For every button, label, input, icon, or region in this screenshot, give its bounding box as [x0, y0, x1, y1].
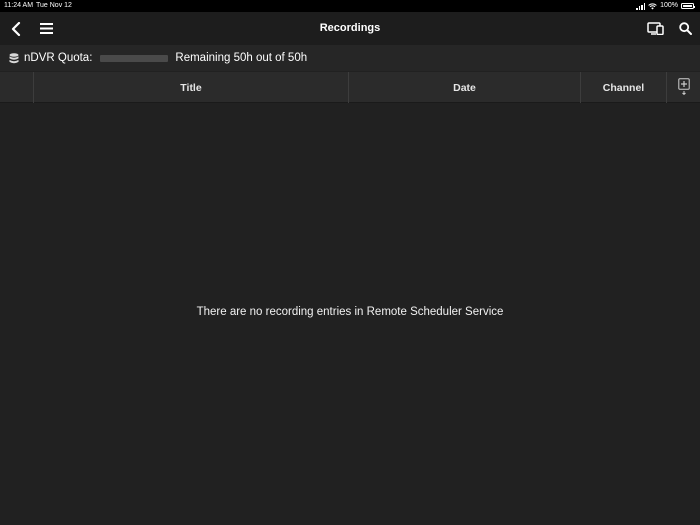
status-date: Tue Nov 12	[36, 2, 72, 9]
back-button[interactable]	[6, 12, 26, 45]
devices-button[interactable]	[643, 12, 667, 45]
menu-button[interactable]	[35, 12, 57, 45]
search-icon	[678, 22, 692, 35]
signal-icon	[636, 2, 646, 10]
wifi-icon	[648, 2, 657, 9]
quota-progress-bar	[100, 54, 169, 62]
quota-bar-row: nDVR Quota: Remaining 50h out of 50h	[0, 45, 700, 71]
add-column-button[interactable]	[667, 72, 700, 103]
search-button[interactable]	[674, 12, 696, 45]
column-header-date[interactable]: Date	[349, 72, 581, 103]
table-header: Title Date Channel	[0, 72, 700, 103]
status-right: 100%	[636, 0, 695, 12]
add-column-icon	[677, 78, 690, 95]
battery-percent: 100%	[660, 2, 678, 9]
back-icon	[11, 21, 21, 36]
select-column-header[interactable]	[0, 72, 34, 103]
menu-icon	[39, 23, 53, 34]
empty-state-message: There are no recording entries in Remote…	[196, 306, 504, 318]
status-time: 11:24 AM	[4, 2, 34, 9]
nav-bar: Recordings	[0, 12, 700, 45]
status-bar: 11:24 AM Tue Nov 12 100%	[0, 0, 700, 12]
battery-icon	[681, 3, 695, 9]
column-header-title[interactable]: Title	[34, 72, 349, 103]
quota-label: nDVR Quota:	[24, 52, 93, 64]
column-header-channel[interactable]: Channel	[581, 72, 667, 103]
quota-remaining-text: Remaining 50h out of 50h	[175, 52, 308, 64]
database-icon	[9, 52, 19, 63]
devices-icon	[646, 22, 664, 35]
page-title: Recordings	[319, 22, 381, 34]
recordings-list: There are no recording entries in Remote…	[0, 104, 700, 525]
